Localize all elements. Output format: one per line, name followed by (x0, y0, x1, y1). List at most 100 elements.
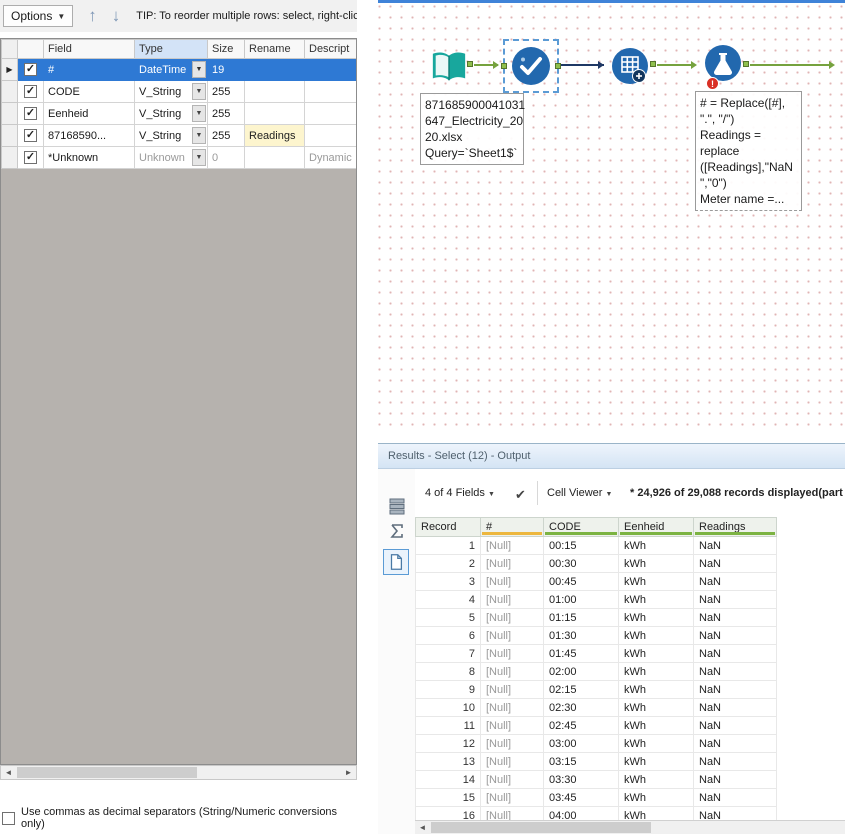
rename-cell[interactable] (245, 59, 305, 81)
results-column-header[interactable]: Readings (694, 518, 777, 537)
results-column-header[interactable]: CODE (544, 518, 619, 537)
dropdown-arrow-icon[interactable]: ▼ (192, 83, 206, 100)
move-up-icon[interactable]: ↑ (88, 6, 97, 26)
description-cell[interactable]: Dynamic (305, 147, 357, 169)
field-row[interactable]: ✓EenheidV_String▼255 (2, 103, 357, 125)
connection-formula-out[interactable] (750, 64, 830, 66)
formula-tool[interactable]: ! (704, 44, 742, 82)
type-column-header[interactable]: Type (135, 40, 208, 59)
connection-table-to-formula[interactable] (657, 64, 692, 66)
description-cell[interactable] (305, 103, 357, 125)
table-row[interactable]: 10[Null]02:30kWhNaN (416, 699, 777, 717)
field-checkbox[interactable]: ✓ (18, 147, 44, 169)
rename-cell[interactable]: Readings (245, 125, 305, 147)
type-dropdown[interactable]: Unknown▼ (135, 147, 208, 169)
results-panel: Results - Select (12) - Output 4 of 4 Fi… (378, 443, 845, 834)
field-column-header[interactable]: Field (44, 40, 135, 59)
profile-view-icon[interactable] (387, 521, 407, 541)
results-column-header[interactable]: Eenheid (619, 518, 694, 537)
dropdown-arrow-icon[interactable]: ▼ (192, 61, 206, 78)
size-cell[interactable]: 255 (208, 81, 245, 103)
results-cell: NaN (694, 627, 777, 645)
apply-checkmark-icon[interactable]: ✔ (515, 487, 526, 503)
table-row[interactable]: 13[Null]03:15kWhNaN (416, 753, 777, 771)
field-checkbox[interactable]: ✓ (18, 81, 44, 103)
table-row[interactable]: 15[Null]03:45kWhNaN (416, 789, 777, 807)
table-row[interactable]: 8[Null]02:00kWhNaN (416, 663, 777, 681)
field-name-cell[interactable]: Eenheid (44, 103, 135, 125)
size-cell[interactable]: 0 (208, 147, 245, 169)
size-cell[interactable]: 255 (208, 125, 245, 147)
config-horizontal-scrollbar[interactable]: ◄ ► (0, 765, 357, 780)
type-dropdown[interactable]: V_String▼ (135, 103, 208, 125)
table-row[interactable]: 5[Null]01:15kWhNaN (416, 609, 777, 627)
type-dropdown[interactable]: V_String▼ (135, 81, 208, 103)
description-cell[interactable] (305, 125, 357, 147)
input-data-tool[interactable] (430, 49, 468, 85)
type-dropdown[interactable]: DateTime▼ (135, 59, 208, 81)
table-row[interactable]: 12[Null]03:00kWhNaN (416, 735, 777, 753)
formula-tool-annotation[interactable]: # = Replace([#], ".", "/") Readings = re… (695, 91, 802, 211)
dropdown-arrow-icon[interactable]: ▼ (192, 105, 206, 122)
scroll-right-icon[interactable]: ► (341, 766, 356, 779)
workflow-canvas[interactable]: ! 871685900041031 647_Electricity_20 20.… (378, 0, 845, 430)
description-cell[interactable] (305, 59, 357, 81)
output-anchor-data-icon[interactable] (383, 549, 409, 575)
table-row[interactable]: 1[Null]00:15kWhNaN (416, 537, 777, 555)
field-name-cell[interactable]: 87168590... (44, 125, 135, 147)
fields-dropdown[interactable]: 4 of 4 Fields ▼ (425, 487, 495, 499)
field-checkbox[interactable]: ✓ (18, 125, 44, 147)
output-anchor[interactable] (555, 63, 561, 69)
scroll-left-icon[interactable]: ◄ (415, 821, 430, 834)
results-column-header[interactable]: Record (416, 518, 481, 537)
decimal-separator-checkbox[interactable] (2, 812, 15, 825)
table-tool[interactable] (611, 47, 649, 85)
move-down-icon[interactable]: ↓ (112, 6, 121, 26)
rename-cell[interactable] (245, 81, 305, 103)
cell-viewer-dropdown[interactable]: Cell Viewer ▼ (547, 487, 612, 499)
field-checkbox[interactable]: ✓ (18, 59, 44, 81)
results-horizontal-scrollbar[interactable]: ◄ (415, 820, 845, 834)
checkbox-column-header[interactable] (18, 40, 44, 59)
field-name-cell[interactable]: CODE (44, 81, 135, 103)
field-row[interactable]: ✓CODEV_String▼255 (2, 81, 357, 103)
rename-column-header[interactable]: Rename (245, 40, 305, 59)
field-name-cell[interactable]: # (44, 59, 135, 81)
table-row[interactable]: 7[Null]01:45kWhNaN (416, 645, 777, 663)
table-row[interactable]: 9[Null]02:15kWhNaN (416, 681, 777, 699)
scrollbar-thumb[interactable] (431, 822, 651, 833)
table-row[interactable]: 3[Null]00:45kWhNaN (416, 573, 777, 591)
error-badge-icon[interactable]: ! (706, 77, 719, 90)
field-checkbox[interactable]: ✓ (18, 103, 44, 125)
metadata-view-icon[interactable] (387, 496, 407, 516)
scroll-left-icon[interactable]: ◄ (1, 766, 16, 779)
input-anchor[interactable] (501, 63, 507, 69)
size-column-header[interactable]: Size (208, 40, 245, 59)
size-cell[interactable]: 19 (208, 59, 245, 81)
field-row[interactable]: ▶✓#DateTime▼19 (2, 59, 357, 81)
description-cell[interactable] (305, 81, 357, 103)
field-row[interactable]: ✓*UnknownUnknown▼0 Dynamic (2, 147, 357, 169)
size-cell[interactable]: 255 (208, 103, 245, 125)
table-row[interactable]: 6[Null]01:30kWhNaN (416, 627, 777, 645)
dropdown-arrow-icon[interactable]: ▼ (192, 149, 206, 166)
table-row[interactable]: 11[Null]02:45kWhNaN (416, 717, 777, 735)
table-row[interactable]: 4[Null]01:00kWhNaN (416, 591, 777, 609)
field-row[interactable]: ✓87168590...V_String▼255Readings (2, 125, 357, 147)
select-tool[interactable] (511, 46, 551, 86)
table-row[interactable]: 16[Null]04:00kWhNaN (416, 807, 777, 821)
dropdown-arrow-icon[interactable]: ▼ (192, 127, 206, 144)
rename-cell[interactable] (245, 103, 305, 125)
scrollbar-thumb[interactable] (17, 767, 197, 778)
rename-cell[interactable] (245, 147, 305, 169)
options-button[interactable]: Options ▼ (3, 5, 73, 27)
field-name-cell[interactable]: *Unknown (44, 147, 135, 169)
input-tool-annotation[interactable]: 871685900041031 647_Electricity_20 20.xl… (420, 93, 524, 165)
description-column-header[interactable]: Descript (305, 40, 357, 59)
output-anchor[interactable] (743, 61, 749, 67)
output-anchor[interactable] (650, 61, 656, 67)
table-row[interactable]: 2[Null]00:30kWhNaN (416, 555, 777, 573)
type-dropdown[interactable]: V_String▼ (135, 125, 208, 147)
table-row[interactable]: 14[Null]03:30kWhNaN (416, 771, 777, 789)
results-column-header[interactable]: # (481, 518, 544, 537)
